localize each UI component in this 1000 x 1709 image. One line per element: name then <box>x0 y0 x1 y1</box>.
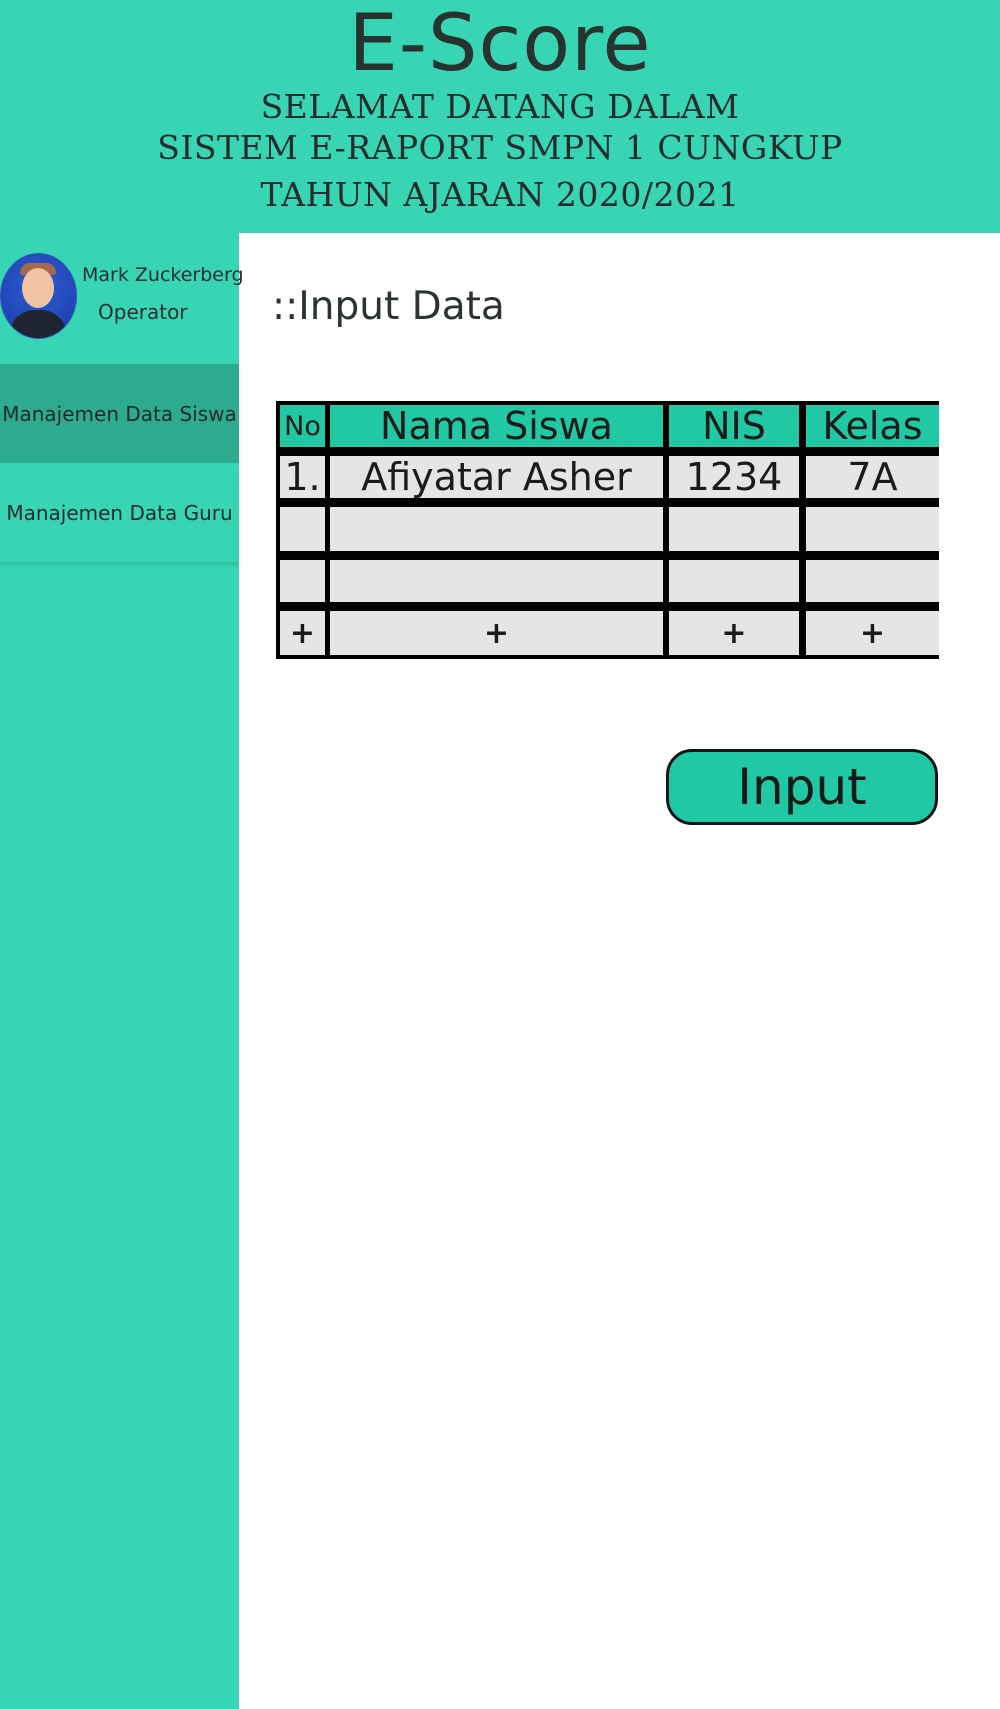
academic-year-line: TAHUN AJARAN 2020/2021 <box>260 175 740 214</box>
table-header-no: No <box>280 405 325 447</box>
welcome-line: SELAMAT DATANG DALAM <box>260 87 740 126</box>
page-title: ::Input Data <box>272 284 505 329</box>
system-name-line: SISTEM E-RAPORT SMPN 1 CUNGKUP <box>157 128 843 167</box>
header-banner: E-Score SELAMAT DATANG DALAM SISTEM E-RA… <box>0 0 1000 233</box>
add-row-button[interactable]: + <box>669 611 799 655</box>
sidebar: Mark Zuckerberg Operator Manajemen Data … <box>0 233 244 1709</box>
table-cell[interactable] <box>669 507 799 551</box>
table-cell[interactable]: 1234 <box>669 456 799 498</box>
table-header-nis: NIS <box>669 405 799 447</box>
table-cell[interactable]: Afiyatar Asher <box>330 456 663 498</box>
table-cell[interactable] <box>330 507 663 551</box>
avatar-shirt <box>9 310 67 338</box>
table-header-kelas: Kelas <box>806 405 939 447</box>
user-role: Operator <box>98 300 188 324</box>
add-row-button[interactable]: + <box>280 611 325 655</box>
table-header-nama: Nama Siswa <box>330 405 663 447</box>
input-button[interactable]: Input <box>666 749 938 825</box>
user-name: Mark Zuckerberg <box>82 264 244 286</box>
sidebar-item-data-guru[interactable]: Manajemen Data Guru <box>0 463 239 562</box>
table-cell[interactable]: 1. <box>280 456 325 498</box>
table-cell[interactable] <box>806 560 939 602</box>
table-cell[interactable] <box>669 560 799 602</box>
table-cell[interactable] <box>280 507 325 551</box>
sidebar-item-data-siswa[interactable]: Manajemen Data Siswa <box>0 364 239 463</box>
table-cell[interactable]: 7A <box>806 456 939 498</box>
table-cell[interactable] <box>806 507 939 551</box>
table-cell[interactable] <box>330 560 663 602</box>
add-row-button[interactable]: + <box>330 611 663 655</box>
avatar <box>0 253 77 339</box>
avatar-face <box>22 268 54 308</box>
user-profile: Mark Zuckerberg Operator <box>0 253 244 345</box>
app-title: E-Score <box>348 0 652 89</box>
add-row-button[interactable]: + <box>806 611 939 655</box>
student-table: No Nama Siswa NIS Kelas 1. Afiyatar Ashe… <box>276 401 939 659</box>
table-cell[interactable] <box>280 560 325 602</box>
